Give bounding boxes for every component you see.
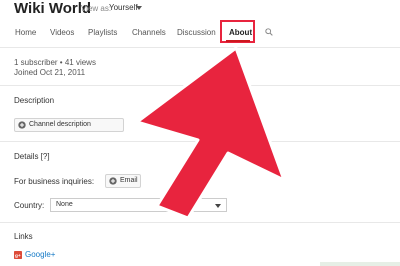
channel-description-button[interactable]: Channel description xyxy=(14,118,124,132)
bottom-edge xyxy=(320,262,400,266)
tab-playlists[interactable]: Playlists xyxy=(88,28,117,37)
joined-date: Joined Oct 21, 2011 xyxy=(14,68,86,77)
channel-description-label: Channel description xyxy=(29,121,91,128)
stats-subscribers-views: 1 subscriber • 41 views xyxy=(14,58,96,67)
search-icon[interactable] xyxy=(265,28,273,36)
channel-title[interactable]: Wiki World xyxy=(14,0,91,17)
section-divider xyxy=(0,85,400,86)
country-label: Country: xyxy=(14,201,45,210)
plus-circle-icon xyxy=(18,121,26,129)
chevron-down-icon xyxy=(215,204,221,208)
google-plus-icon[interactable]: g+ xyxy=(14,251,22,259)
view-as-dropdown[interactable]: Yourself xyxy=(109,3,138,12)
tab-discussion[interactable]: Discussion xyxy=(177,28,216,37)
tab-home[interactable]: Home xyxy=(15,28,36,37)
tab-videos[interactable]: Videos xyxy=(50,28,74,37)
arrow-shape xyxy=(135,46,286,220)
tab-channels[interactable]: Channels xyxy=(132,28,166,37)
links-heading: Links xyxy=(14,232,33,241)
google-plus-link[interactable]: Google+ xyxy=(25,250,55,259)
channel-tabs: Home Videos Playlists Channels Discussio… xyxy=(0,24,400,47)
email-button[interactable]: Email xyxy=(105,174,141,188)
plus-circle-icon xyxy=(109,177,117,185)
business-inquiries-label: For business inquiries: xyxy=(14,177,95,186)
section-divider xyxy=(0,141,400,142)
email-button-label: Email xyxy=(120,177,138,184)
caret-down-icon[interactable] xyxy=(136,6,142,10)
section-divider xyxy=(0,222,400,223)
active-tab-indicator xyxy=(226,40,250,42)
svg-text:g+: g+ xyxy=(15,254,21,259)
view-as-label: View as: xyxy=(81,4,112,13)
country-select-value: None xyxy=(56,201,73,208)
tabs-divider xyxy=(0,47,400,48)
details-heading: Details [?] xyxy=(14,152,50,161)
description-heading: Description xyxy=(14,96,55,105)
country-select[interactable]: None xyxy=(50,198,227,212)
